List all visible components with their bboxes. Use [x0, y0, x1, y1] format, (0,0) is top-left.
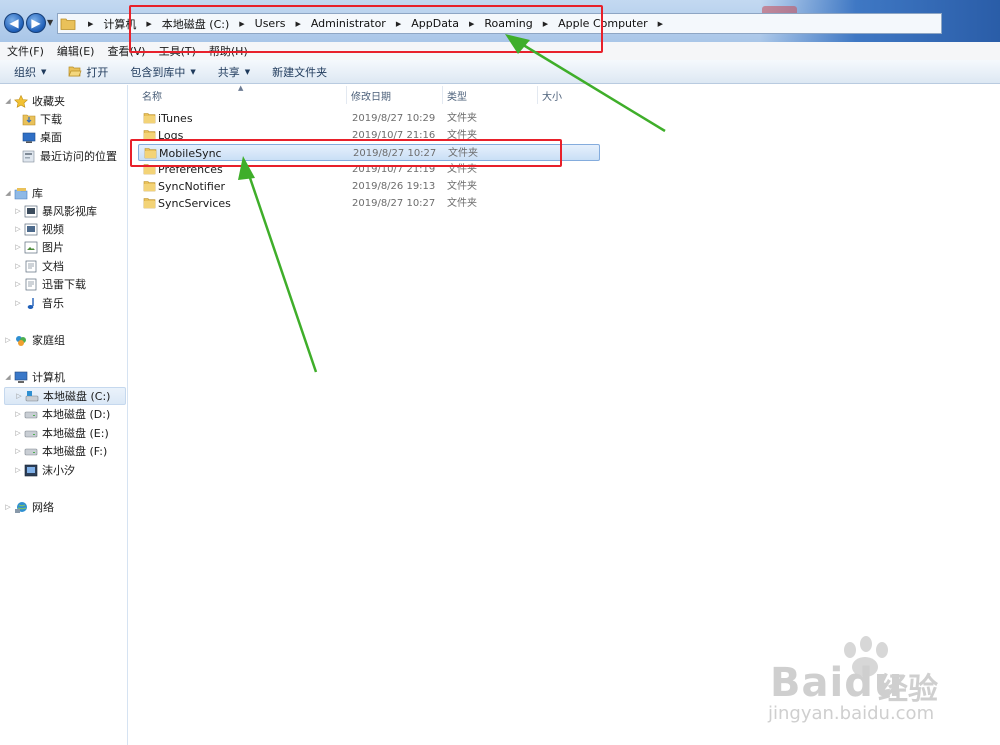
- arrow-head-address: [505, 34, 530, 54]
- explorer-window: ◀ ▶ ▼ ▶ 计算机 ▶ 本地磁盘 (C:) ▶ Users ▶ Admini…: [0, 0, 1000, 745]
- arrow-line-address: [519, 41, 666, 133]
- watermark-brand-cn: 经验: [878, 672, 938, 707]
- watermark-brand-bai: Bai: [770, 660, 845, 706]
- arrow-line-mobilesync: [246, 171, 318, 373]
- watermark-url: jingyan.baidu.com: [768, 703, 935, 724]
- arrow-head-mobilesync: [238, 156, 255, 180]
